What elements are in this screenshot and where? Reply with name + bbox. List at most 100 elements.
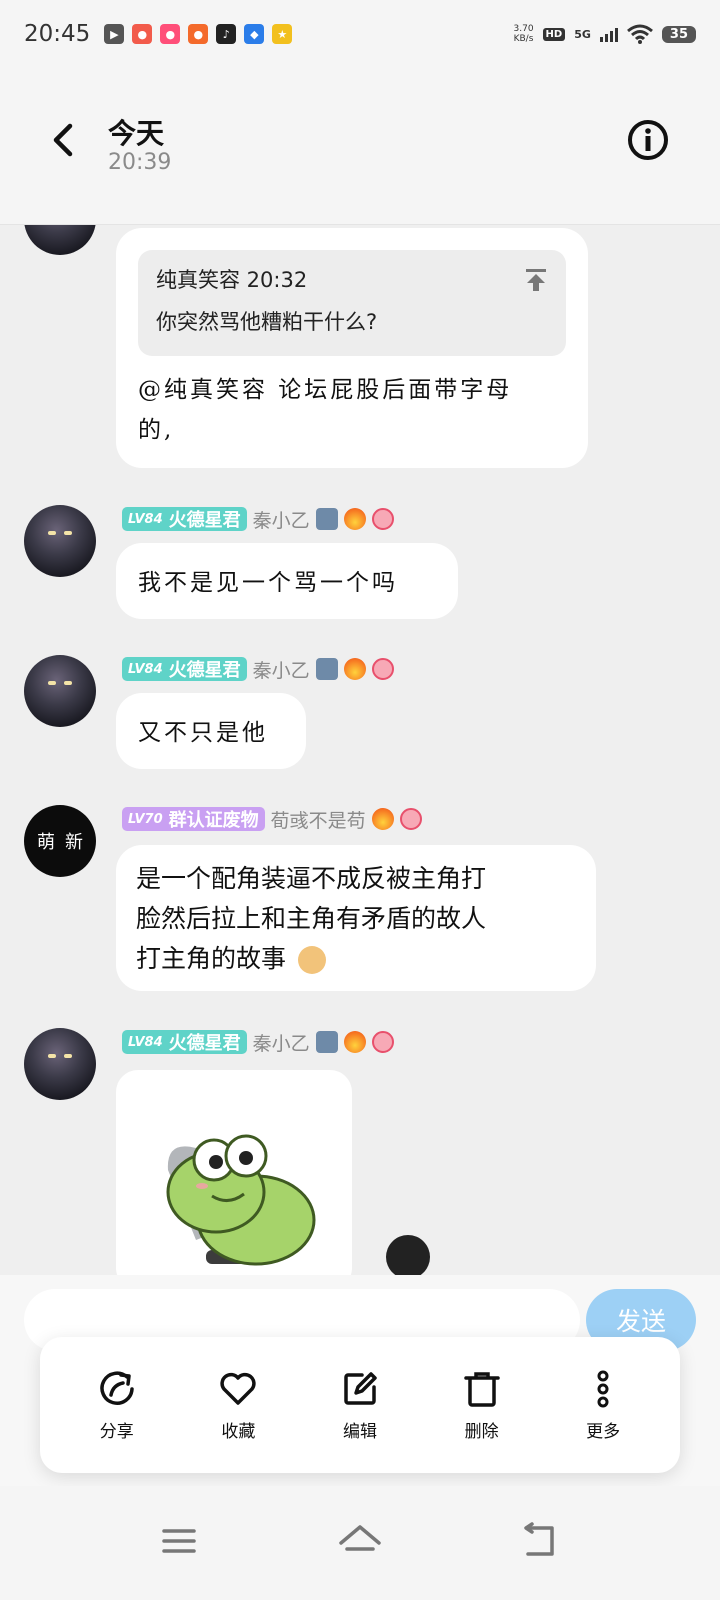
message-text: @纯真笑容 论坛屁股后面带字母 的, [138,370,512,450]
home-icon[interactable] [335,1516,385,1566]
frog-sticker-icon [166,1134,316,1266]
message-bubble[interactable]: 又不只是他 [116,693,306,769]
sender-info: LV70 群认证废物 荀彧不是苟 [122,805,422,833]
message-text: 又不只是他 [138,720,268,746]
sender-info: LV84 火德星君 秦小乙 [122,505,394,533]
message-line: 是一个配角装逼不成反被主角打 [136,864,487,893]
smile-badge-icon [399,808,422,830]
quoted-message[interactable]: 纯真笑容 20:32 你突然骂他糟粕干什么? [138,250,566,356]
message-action-menu: 分享 收藏 编辑 删除 更多 [40,1337,680,1473]
avatar[interactable] [24,225,96,255]
edit-icon [344,1371,377,1405]
action-label: 删除 [464,1421,499,1442]
network-speed: 3.70 KB/s [514,24,534,44]
net-speed-unit: KB/s [513,34,534,44]
level-tag: LV84 火德星君 [122,507,247,531]
sender-info: LV84 火德星君 秦小乙 [122,1028,394,1056]
video-icon: ▶ [104,24,125,44]
chat-header: 今天 20:39 [0,68,720,225]
level-number: LV70 [128,811,163,827]
app-pink-icon: ● [160,24,181,44]
battery-indicator: 35 [661,25,696,43]
heart-icon [220,1372,256,1405]
signal-icon [599,26,618,42]
fire-badge-icon [343,658,366,680]
doge-emoji-icon [297,946,326,974]
wifi-icon [626,24,653,44]
message-bubble[interactable]: 我不是见一个骂一个吗 [116,543,458,619]
action-label: 编辑 [342,1421,377,1442]
edit-button[interactable]: 编辑 [312,1369,408,1442]
level-number: LV84 [128,1034,163,1050]
sticker-image[interactable] [116,1070,352,1275]
sender-nickname[interactable]: 秦小乙 [253,506,310,533]
hd-badge: HD [542,27,566,41]
status-right: 3.70 KB/s HD 5G 35 [514,24,696,44]
quote-author-time: 纯真笑容 20:32 [156,268,308,292]
smile-badge-icon [371,1031,394,1053]
system-nav-bar [0,1486,720,1600]
message-line: 脸然后拉上和主角有矛盾的故人 [136,904,487,933]
message-line: @纯真笑容 论坛屁股后面带字母 [138,377,513,403]
avatar[interactable] [24,655,96,727]
ship-badge-icon [315,1031,338,1053]
network-type: 5G [574,27,591,41]
smile-badge-icon [371,658,394,680]
ship-badge-icon [315,658,338,680]
avatar[interactable] [24,1028,96,1100]
net-speed-value: 3.70 [513,24,534,34]
fire-badge-icon [343,1031,366,1053]
quote-text: 你突然骂他糟粕干什么? [156,310,378,334]
ship-badge-icon [315,508,338,530]
level-title: 火德星君 [168,1033,241,1054]
app-blue-icon: ◆ [244,24,265,44]
notification-icons: ▶ ● ● ● ♪ ◆ ★ [104,24,293,44]
action-label: 更多 [586,1421,621,1442]
action-label: 分享 [99,1421,134,1442]
level-number: LV84 [128,661,163,677]
share-button[interactable]: 分享 [69,1369,165,1442]
message-list[interactable]: 纯真笑容 20:32 你突然骂他糟粕干什么? @纯真笑容 论坛屁股后面带字母 的… [0,225,720,1275]
message-text: 我不是见一个骂一个吗 [138,570,398,596]
message-line: 打主角的故事 [136,944,287,973]
status-time: 20:45 [24,21,91,47]
message-line: 的, [138,417,175,443]
delete-button[interactable]: 删除 [434,1369,530,1442]
info-icon[interactable] [626,118,670,162]
sender-nickname[interactable]: 荀彧不是苟 [271,806,366,833]
level-tag: LV70 群认证废物 [122,807,265,831]
sender-nickname[interactable]: 秦小乙 [253,656,310,683]
avatar-text: 新 [65,832,83,853]
level-title: 群认证废物 [168,810,259,831]
trash-icon [463,1371,500,1407]
smile-badge-icon [371,508,394,530]
back-nav-icon[interactable] [514,1516,564,1566]
level-tag: LV84 火德星君 [122,657,247,681]
share-icon [100,1371,134,1405]
back-icon[interactable] [44,118,84,162]
menu-icon[interactable] [154,1516,204,1566]
more-button[interactable]: 更多 [555,1369,651,1442]
level-number: LV84 [128,511,163,527]
message-bubble[interactable]: 纯真笑容 20:32 你突然骂他糟粕干什么? @纯真笑容 论坛屁股后面带字母 的… [116,228,588,468]
page-subtitle: 20:39 [108,150,172,175]
level-title: 火德星君 [168,660,241,681]
avatar[interactable]: 萌 新 [24,805,96,877]
reaction-icon[interactable] [386,1235,430,1275]
avatar-text: 萌 [37,832,55,853]
level-tag: LV84 火德星君 [122,1030,247,1054]
avatar[interactable] [24,505,96,577]
favorite-button[interactable]: 收藏 [190,1369,286,1442]
fire-badge-icon [371,808,394,830]
app-orange-icon: ● [188,24,209,44]
sender-nickname[interactable]: 秦小乙 [253,1029,310,1056]
action-label: 收藏 [221,1421,256,1442]
level-title: 火德星君 [168,510,241,531]
page-title: 今天 [108,117,165,150]
tiktok-icon: ♪ [216,24,237,44]
more-icon [597,1370,609,1407]
app-red-icon: ● [132,24,153,44]
message-bubble[interactable]: 是一个配角装逼不成反被主角打 脸然后拉上和主角有矛盾的故人 打主角的故事 [116,845,596,991]
jump-to-top-icon[interactable] [524,268,548,292]
fire-badge-icon [343,508,366,530]
